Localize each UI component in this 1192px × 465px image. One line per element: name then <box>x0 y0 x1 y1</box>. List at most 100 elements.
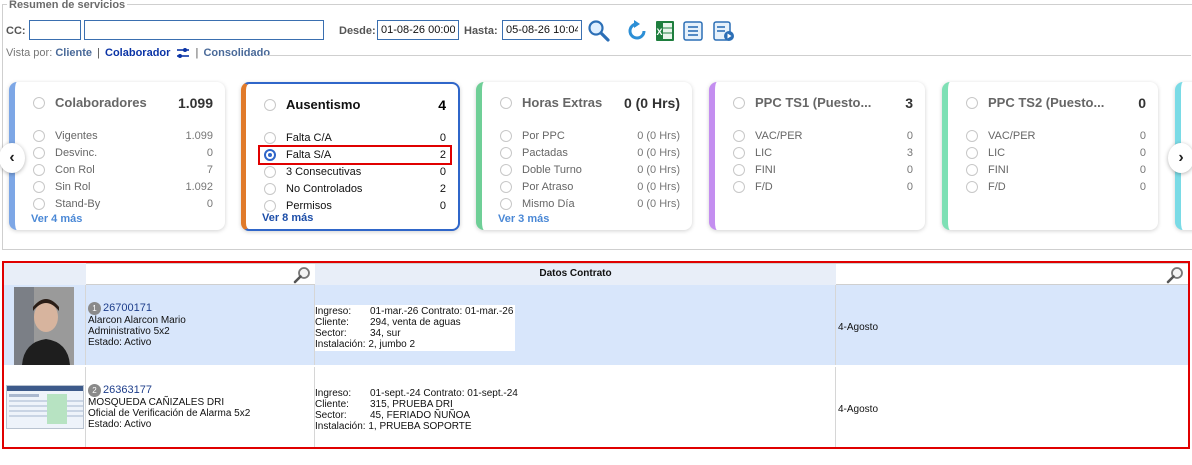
excel-export-icon[interactable]: X <box>653 19 677 43</box>
report-list-icon[interactable] <box>681 19 705 43</box>
card-radio[interactable] <box>500 96 512 109</box>
employee-role: Administrativo 5x2 <box>88 326 170 337</box>
employee-info: 2 26363177 MOSQUEDA CAÑIZALES DRI Oficial… <box>88 384 250 430</box>
avatar <box>14 287 74 365</box>
grid-header-filter <box>86 263 315 285</box>
table-row[interactable]: 1 26700171 Alarcon Alarcon Mario Administ… <box>4 285 1188 365</box>
card-item-vac-per[interactable]: VAC/PER 0 <box>733 128 913 145</box>
sliders-icon[interactable] <box>176 47 190 59</box>
card-colaboradores[interactable]: Colaboradores 1.099 Vigentes 1.099 Desvin… <box>9 82 225 230</box>
employees-grid: Datos Contrato 126700171 Alarcon Alarco <box>2 261 1190 449</box>
card-total: 4 <box>438 97 446 113</box>
card-radio[interactable] <box>966 96 978 109</box>
card-title: PPC TS1 (Puesto... <box>755 95 872 110</box>
carousel-prev-button[interactable]: ‹ <box>0 143 25 173</box>
card-item-sin-rol[interactable]: Sin Rol 1.092 <box>33 179 213 196</box>
card-ppc-ts2[interactable]: PPC TS2 (Puesto... 0 VAC/PER 0 LIC 0 FINI 0… <box>942 82 1158 230</box>
card-total: 3 <box>905 95 913 111</box>
day-cell[interactable]: 4-Agosto <box>838 404 878 415</box>
refresh-icon[interactable] <box>625 19 649 43</box>
card-ppc-ts1[interactable]: PPC TS1 (Puesto... 3 VAC/PER 0 LIC 3 FINI 0… <box>709 82 925 230</box>
hasta-input[interactable] <box>502 20 582 40</box>
carousel-next-button[interactable]: › <box>1168 143 1192 173</box>
photo-cell <box>4 367 86 447</box>
card-horas-extras[interactable]: Horas Extras 0 (0 Hrs) Por PPC 0 (0 Hrs) … <box>476 82 692 230</box>
card-total: 1.099 <box>177 95 213 111</box>
report-play-icon[interactable] <box>711 19 735 43</box>
card-item-fd[interactable]: F/D 0 <box>733 179 913 196</box>
card-item-falta-sa[interactable]: Falta S/A 2 <box>258 145 452 165</box>
employee-status: Estado: Activo <box>88 419 152 430</box>
card-item-lic[interactable]: LIC 0 <box>966 145 1146 162</box>
card-header: PPC TS1 (Puesto... 3 <box>733 94 913 116</box>
card-title: Ausentismo <box>286 97 361 112</box>
summary-legend: Resumen de servicios <box>7 0 128 11</box>
employee-code[interactable]: 26700171 <box>103 302 152 314</box>
see-more-link[interactable]: Ver 8 más <box>262 212 313 224</box>
contract-info: Ingreso: 01-sept.-24 Contrato: 01-sept.-2… <box>315 387 525 433</box>
card-item-fini[interactable]: FINI 0 <box>733 162 913 179</box>
employee-info: 1 26700171 Alarcon Alarcon Mario Administ… <box>88 302 186 348</box>
employee-status: Estado: Activo <box>88 337 152 348</box>
card-header: Horas Extras 0 (0 Hrs) <box>500 94 680 116</box>
vista-option-colaborador[interactable]: Colaborador <box>105 47 170 59</box>
search-icon[interactable] <box>587 19 611 43</box>
card-header: PPC TS2 (Puesto... 0 <box>966 94 1146 116</box>
desde-input[interactable] <box>377 20 459 40</box>
search-icon[interactable] <box>1166 265 1186 285</box>
card-title: Horas Extras <box>522 95 603 110</box>
vista-separator: | <box>97 47 100 59</box>
card-item-pactadas[interactable]: Pactadas 0 (0 Hrs) <box>500 145 680 162</box>
filter-row: CC: Desde: Hasta: X <box>3 19 1192 43</box>
card-item-vac-per[interactable]: VAC/PER 0 <box>966 128 1146 145</box>
card-item-por-ppc[interactable]: Por PPC 0 (0 Hrs) <box>500 128 680 145</box>
cc-label: CC: <box>6 25 26 37</box>
row-number-badge: 2 <box>88 384 101 397</box>
card-item-desvinc[interactable]: Desvinc. 0 <box>33 145 213 162</box>
card-total: 0 (0 Hrs) <box>623 95 680 111</box>
card-item-fd[interactable]: F/D 0 <box>966 179 1146 196</box>
vista-label: Vista por: <box>6 47 53 59</box>
vista-selector: Vista por: Cliente | Colaborador | Conso… <box>6 47 270 59</box>
card-radio[interactable] <box>33 96 45 109</box>
hasta-label: Hasta: <box>464 25 498 37</box>
svg-text:X: X <box>656 27 662 37</box>
see-more-link[interactable]: Ver 4 más <box>31 213 82 225</box>
employee-role: Oficial de Verificación de Alarma 5x2 <box>88 408 251 419</box>
row-number-badge: 1 <box>88 302 101 315</box>
card-item-fini[interactable]: FINI 0 <box>966 162 1146 179</box>
search-icon[interactable] <box>293 265 313 285</box>
divider <box>265 55 1191 56</box>
card-ausentismo[interactable]: Ausentismo 4 Falta C/A 0 Falta S/A 2 3 Con… <box>241 82 460 231</box>
grid-header-filter <box>836 263 1188 285</box>
employee-name: MOSQUEDA CAÑIZALES DRI <box>88 397 225 408</box>
card-item-mismo-dia[interactable]: Mismo Día 0 (0 Hrs) <box>500 196 680 213</box>
photo-cell <box>4 285 86 365</box>
day-cell[interactable]: 4-Agosto <box>838 322 878 333</box>
employee-name: Alarcon Alarcon Mario <box>88 315 186 326</box>
grid-header-photo <box>4 263 86 285</box>
employee-code[interactable]: 26363177 <box>103 384 152 396</box>
card-item-por-atraso[interactable]: Por Atraso 0 (0 Hrs) <box>500 179 680 196</box>
see-more-link[interactable]: Ver 3 más <box>498 213 549 225</box>
card-title: Colaboradores <box>55 95 147 110</box>
card-header: Colaboradores 1.099 <box>33 94 213 116</box>
card-item-3-consecutivas[interactable]: 3 Consecutivas 0 <box>264 164 446 181</box>
card-item-vigentes[interactable]: Vigentes 1.099 <box>33 128 213 145</box>
card-header: Ausentismo 4 <box>264 96 446 118</box>
card-item-no-controlados[interactable]: No Controlados 2 <box>264 181 446 198</box>
card-item-lic[interactable]: LIC 3 <box>733 145 913 162</box>
vista-option-consolidado[interactable]: Consolidado <box>203 47 270 59</box>
card-total: 0 <box>1138 95 1146 111</box>
card-title: PPC TS2 (Puesto... <box>988 95 1105 110</box>
cc-name-input[interactable] <box>84 20 324 40</box>
cc-code-input[interactable] <box>29 20 81 40</box>
card-radio[interactable] <box>264 98 276 111</box>
card-item-stand-by[interactable]: Stand-By 0 <box>33 196 213 213</box>
vista-option-cliente[interactable]: Cliente <box>55 47 92 59</box>
table-row[interactable]: 2 26363177 MOSQUEDA CAÑIZALES DRI Oficial… <box>4 367 1188 447</box>
card-radio[interactable] <box>733 96 745 109</box>
card-item-con-rol[interactable]: Con Rol 7 <box>33 162 213 179</box>
avatar <box>6 385 84 429</box>
card-item-doble-turno[interactable]: Doble Turno 0 (0 Hrs) <box>500 162 680 179</box>
